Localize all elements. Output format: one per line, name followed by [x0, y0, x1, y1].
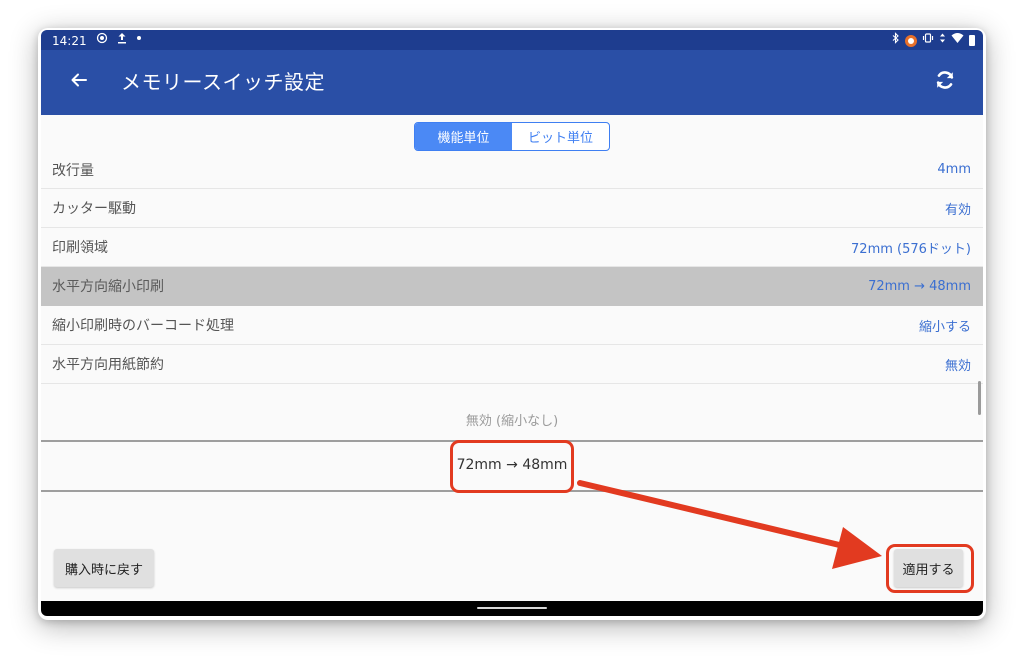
annotation-arrow: [577, 480, 882, 569]
